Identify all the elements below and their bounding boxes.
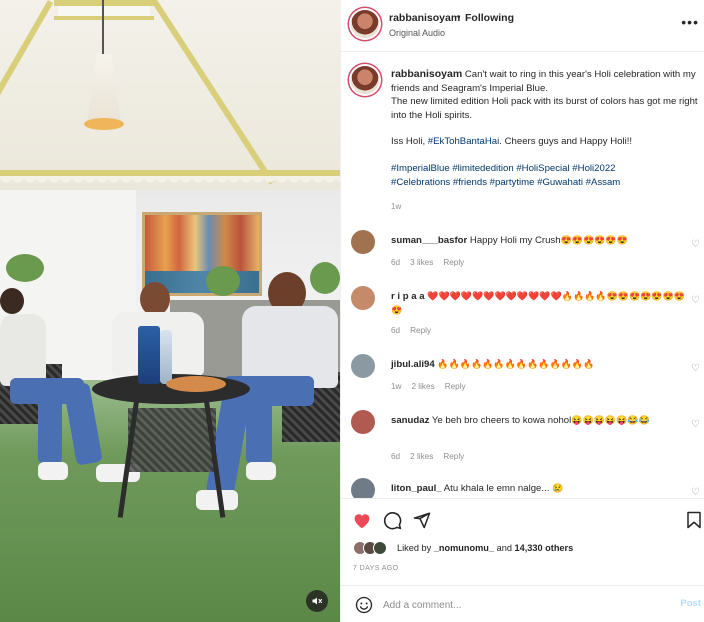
add-comment-bar: Post bbox=[341, 585, 704, 622]
comment-body: Ye beh bro cheers to kowa nohol bbox=[431, 415, 572, 426]
post-comment-button[interactable]: Post bbox=[680, 598, 701, 609]
bookmark-icon[interactable] bbox=[683, 509, 704, 531]
caption-body: rabbanisoyam Can't wait to ring in this … bbox=[391, 68, 703, 189]
comment-body: Atu khala le emn nalge... bbox=[443, 483, 550, 494]
heart-outline-icon[interactable]: ♡ bbox=[691, 240, 701, 250]
post-header: rabbanisoyam • Following Original Audio … bbox=[341, 0, 704, 52]
hashtags-row2[interactable]: #Celebrations #friends #partytime #Guwah… bbox=[391, 176, 703, 190]
comment-meta: 6d Reply bbox=[391, 326, 441, 335]
snack-bowl bbox=[166, 376, 226, 392]
reply-button[interactable]: Reply bbox=[445, 382, 466, 391]
comment-age[interactable]: 6d bbox=[391, 326, 400, 335]
commenter-username[interactable]: sanudaz bbox=[391, 415, 429, 426]
comment-age[interactable]: 6d bbox=[391, 452, 400, 461]
post-date[interactable]: 7 DAYS AGO bbox=[353, 565, 399, 572]
comment-emojis: 😢 bbox=[552, 483, 564, 493]
caption-avatar[interactable] bbox=[351, 66, 379, 94]
hashtags-row1[interactable]: #ImperialBlue #limitededition #HoliSpeci… bbox=[391, 162, 703, 176]
comment-emojis: ❤️❤️❤️❤️❤️❤️❤️❤️❤️❤️❤️❤️🔥🔥🔥🔥😍😍😍😍😍😍😍😍 bbox=[391, 291, 686, 315]
speaker-muted-icon[interactable] bbox=[306, 590, 328, 612]
caption-line2: The new limited edition Holi pack with i… bbox=[391, 96, 698, 121]
hashtag-link[interactable]: #EkTohBantaHai bbox=[428, 136, 499, 147]
commenter-avatar[interactable] bbox=[351, 230, 375, 254]
caption-line3-suffix: . Cheers guys and Happy Holi!! bbox=[499, 136, 633, 148]
potted-plant bbox=[206, 266, 240, 296]
heart-outline-icon[interactable]: ♡ bbox=[691, 296, 701, 306]
comment-text: liton_paul_ Atu khala le emn nalge... 😢 bbox=[391, 482, 691, 496]
comment-emojis: 😍😍😍😍😍😍 bbox=[560, 235, 628, 245]
reply-button[interactable]: Reply bbox=[410, 326, 431, 335]
lamp-glow bbox=[84, 118, 124, 130]
commenter-username[interactable]: liton_paul_ bbox=[391, 483, 442, 494]
following-button[interactable]: Following bbox=[465, 12, 514, 24]
comment-list[interactable]: suman___basfor Happy Holi my Crush😍😍😍😍😍😍… bbox=[341, 222, 704, 498]
author-avatar[interactable] bbox=[351, 10, 379, 38]
post-panel: rabbanisoyam • Following Original Audio … bbox=[340, 0, 704, 622]
author-username[interactable]: rabbanisoyam bbox=[389, 12, 460, 24]
liked-by-prefix: Liked by bbox=[397, 543, 432, 553]
caption-line3: Iss Holi, #EkTohBantaHai. Cheers guys an… bbox=[391, 135, 703, 149]
potted-plant bbox=[6, 254, 44, 282]
bottle bbox=[160, 330, 172, 384]
liker-avatar bbox=[373, 541, 387, 555]
commenter-avatar[interactable] bbox=[351, 478, 375, 498]
separator-dot: • bbox=[457, 12, 461, 23]
audio-link[interactable]: Original Audio bbox=[389, 28, 445, 38]
liked-by-and: and bbox=[496, 543, 512, 553]
more-horizontal-icon[interactable]: ••• bbox=[681, 14, 699, 30]
liked-by-user[interactable]: _nomunomu_ bbox=[434, 543, 494, 553]
commenter-username[interactable]: r i p a a bbox=[391, 291, 425, 302]
comment-emojis: 🔥🔥🔥🔥🔥🔥🔥🔥🔥🔥🔥🔥🔥🔥 bbox=[437, 359, 595, 369]
comment-age[interactable]: 1w bbox=[391, 382, 401, 391]
liked-by-count[interactable]: 14,330 others bbox=[515, 543, 574, 553]
gift-pack bbox=[138, 326, 160, 384]
comment-likes[interactable]: 2 likes bbox=[411, 382, 434, 391]
send-icon[interactable] bbox=[411, 509, 433, 531]
heart-outline-icon[interactable]: ♡ bbox=[691, 420, 701, 430]
comment-likes[interactable]: 2 likes bbox=[410, 452, 433, 461]
comment-icon[interactable] bbox=[381, 509, 403, 531]
canopy-beam bbox=[54, 16, 154, 20]
comment-text: sanudaz Ye beh bro cheers to kowa nohol😝… bbox=[391, 414, 691, 428]
commenter-avatar[interactable] bbox=[351, 410, 375, 434]
post-media[interactable] bbox=[0, 0, 340, 622]
lamp-cord bbox=[102, 0, 104, 56]
comment-input[interactable] bbox=[383, 595, 663, 615]
commenter-avatar[interactable] bbox=[351, 354, 375, 378]
comment-emojis: 😝😝😝😝😝😂😂 bbox=[571, 415, 650, 425]
comment-text: jibul.ali94 🔥🔥🔥🔥🔥🔥🔥🔥🔥🔥🔥🔥🔥🔥 bbox=[391, 358, 691, 372]
commenter-username[interactable]: suman___basfor bbox=[391, 235, 467, 246]
comment-likes[interactable]: 3 likes bbox=[410, 258, 433, 267]
comment-meta: 6d 3 likes Reply bbox=[391, 258, 474, 267]
commenter-avatar[interactable] bbox=[351, 286, 375, 310]
liked-by-text: Liked by _nomunomu_ and 14,330 others bbox=[397, 543, 573, 553]
table-base bbox=[128, 408, 216, 472]
heart-filled-icon[interactable] bbox=[351, 509, 373, 531]
post-actions: Liked by _nomunomu_ and 14,330 others 7 … bbox=[341, 498, 704, 622]
potted-plant bbox=[310, 262, 340, 294]
comment-text: r i p a a ❤️❤️❤️❤️❤️❤️❤️❤️❤️❤️❤️❤️🔥🔥🔥🔥😍😍… bbox=[391, 290, 691, 317]
reply-button[interactable]: Reply bbox=[443, 258, 464, 267]
caption-timestamp[interactable]: 1w bbox=[391, 202, 401, 211]
comment-age[interactable]: 6d bbox=[391, 258, 400, 267]
canopy-beam bbox=[54, 0, 154, 6]
canopy-fringe bbox=[0, 176, 340, 190]
heart-outline-icon[interactable]: ♡ bbox=[691, 488, 701, 498]
reply-button[interactable]: Reply bbox=[443, 452, 464, 461]
comment-meta: 1w 2 likes Reply bbox=[391, 382, 476, 391]
comment-meta: 6d 2 likes Reply bbox=[391, 452, 474, 461]
caption-line3-prefix: Iss Holi, bbox=[391, 136, 428, 148]
heart-outline-icon[interactable]: ♡ bbox=[691, 364, 701, 374]
comment-body: Happy Holi my Crush bbox=[469, 235, 561, 246]
comment-text: suman___basfor Happy Holi my Crush😍😍😍😍😍😍 bbox=[391, 234, 691, 248]
commenter-username[interactable]: jibul.ali94 bbox=[391, 359, 435, 370]
smile-icon[interactable] bbox=[355, 596, 373, 614]
caption-username[interactable]: rabbanisoyam bbox=[391, 68, 462, 80]
